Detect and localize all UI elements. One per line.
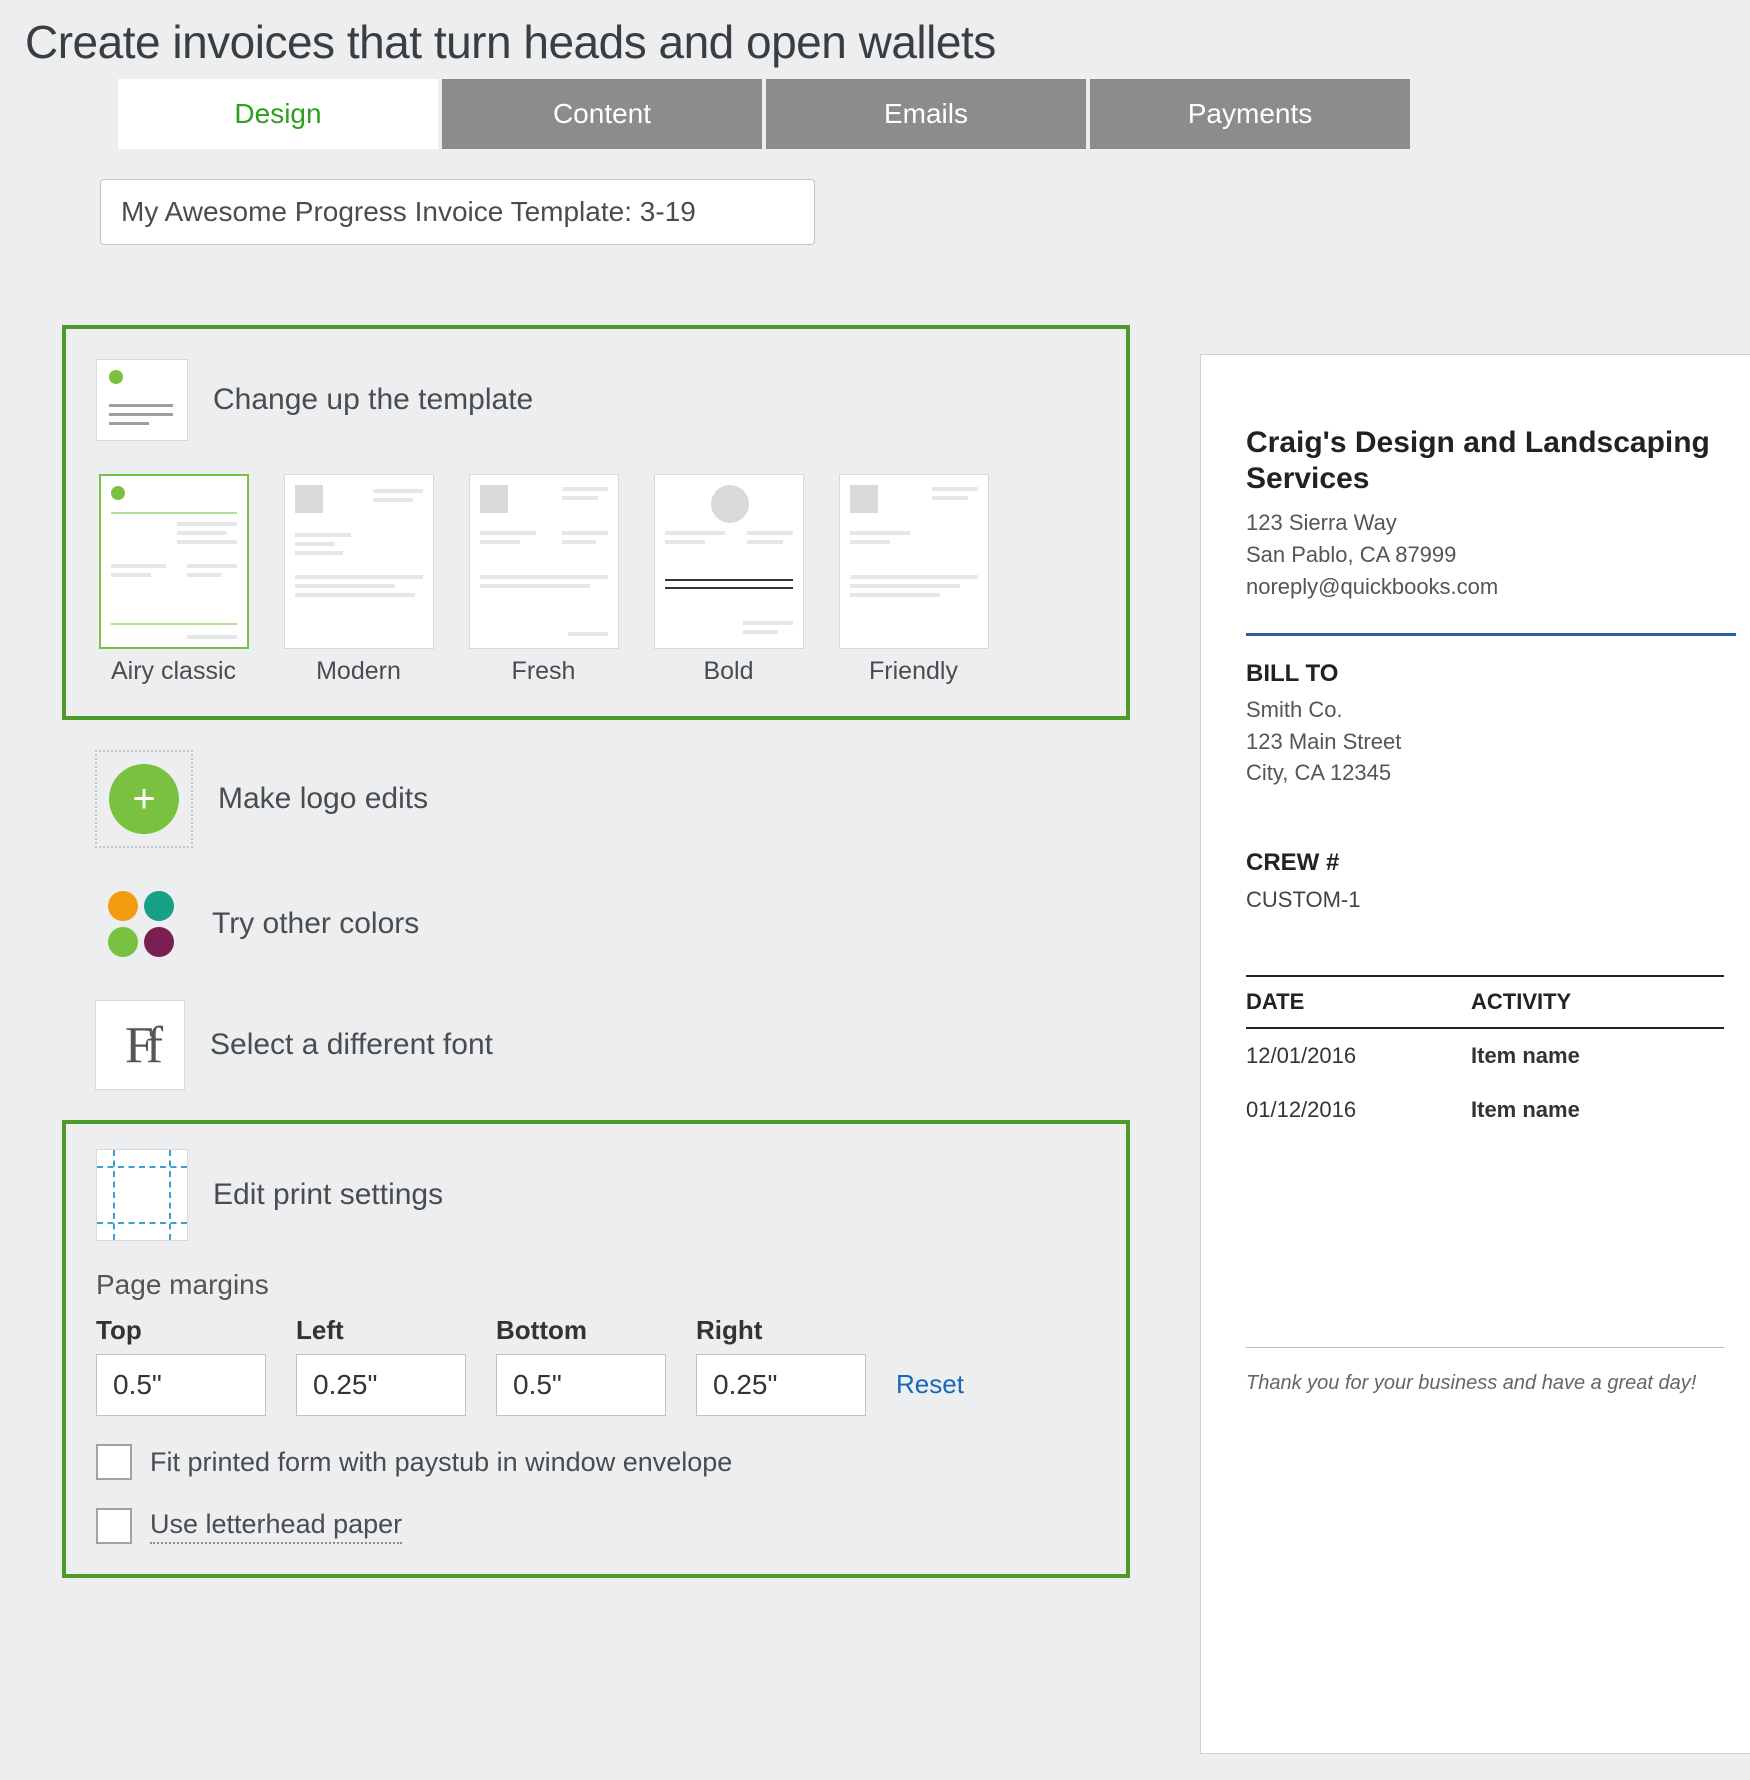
tabs-bar: Design Content Emails Payments bbox=[118, 79, 1750, 149]
preview-billto-3: City, CA 12345 bbox=[1246, 757, 1724, 789]
preview-billto-2: 123 Main Street bbox=[1246, 726, 1724, 758]
template-icon bbox=[96, 354, 188, 446]
font-icon: Ff bbox=[95, 1000, 185, 1090]
preview-billto-header: BILL TO bbox=[1246, 660, 1724, 688]
margin-left-label: Left bbox=[296, 1315, 466, 1346]
preview-crew-header: CREW # bbox=[1246, 849, 1724, 877]
preview-col-activity: ACTIVITY bbox=[1471, 989, 1571, 1015]
template-name-input[interactable] bbox=[100, 179, 815, 245]
tab-content[interactable]: Content bbox=[442, 79, 762, 149]
preview-email: noreply@quickbooks.com bbox=[1246, 571, 1724, 603]
font-section[interactable]: Ff Select a different font bbox=[95, 1000, 1130, 1090]
preview-row: 12/01/2016 Item name bbox=[1246, 1029, 1724, 1083]
page-title: Create invoices that turn heads and open… bbox=[0, 0, 1750, 79]
preview-divider bbox=[1246, 633, 1736, 636]
preview-row: 01/12/2016 Item name bbox=[1246, 1083, 1724, 1137]
logo-section[interactable]: + Make logo edits bbox=[95, 750, 1130, 848]
letterhead-label: Use letterhead paper bbox=[150, 1509, 402, 1544]
margin-top-label: Top bbox=[96, 1315, 266, 1346]
preview-col-date: DATE bbox=[1246, 989, 1471, 1015]
colors-icon bbox=[95, 878, 187, 970]
margin-bottom-input[interactable] bbox=[496, 1354, 666, 1416]
template-option-airy-classic[interactable]: Airy classic bbox=[96, 474, 251, 686]
reset-margins-link[interactable]: Reset bbox=[896, 1369, 964, 1416]
template-option-bold[interactable]: Bold bbox=[651, 474, 806, 686]
margin-bottom-label: Bottom bbox=[496, 1315, 666, 1346]
tab-design[interactable]: Design bbox=[118, 79, 438, 149]
template-option-friendly[interactable]: Friendly bbox=[836, 474, 991, 686]
invoice-preview: Craig's Design and Landscaping Services … bbox=[1200, 354, 1750, 1754]
margin-right-input[interactable] bbox=[696, 1354, 866, 1416]
fit-envelope-checkbox[interactable] bbox=[96, 1444, 132, 1480]
colors-section[interactable]: Try other colors bbox=[95, 878, 1130, 970]
preview-billto-1: Smith Co. bbox=[1246, 694, 1724, 726]
preview-address-2: San Pablo, CA 87999 bbox=[1246, 539, 1724, 571]
margin-right-label: Right bbox=[696, 1315, 866, 1346]
preview-crew-value: CUSTOM-1 bbox=[1246, 887, 1724, 913]
tab-emails[interactable]: Emails bbox=[766, 79, 1086, 149]
template-option-modern[interactable]: Modern bbox=[281, 474, 436, 686]
tab-payments[interactable]: Payments bbox=[1090, 79, 1410, 149]
change-template-section: Change up the template Airy classic bbox=[62, 325, 1130, 720]
page-margins-label: Page margins bbox=[96, 1269, 1096, 1301]
print-settings-icon bbox=[96, 1149, 188, 1241]
preview-company-name: Craig's Design and Landscaping Services bbox=[1246, 425, 1724, 497]
preview-footer-message: Thank you for your business and have a g… bbox=[1246, 1347, 1724, 1395]
print-settings-section: Edit print settings Page margins Top Lef… bbox=[62, 1120, 1130, 1578]
margin-top-input[interactable] bbox=[96, 1354, 266, 1416]
template-option-fresh[interactable]: Fresh bbox=[466, 474, 621, 686]
margin-left-input[interactable] bbox=[296, 1354, 466, 1416]
letterhead-checkbox[interactable] bbox=[96, 1508, 132, 1544]
add-logo-icon: + bbox=[95, 750, 193, 848]
fit-envelope-label: Fit printed form with paystub in window … bbox=[150, 1447, 732, 1478]
change-template-title: Change up the template bbox=[213, 383, 533, 417]
preview-address-1: 123 Sierra Way bbox=[1246, 507, 1724, 539]
